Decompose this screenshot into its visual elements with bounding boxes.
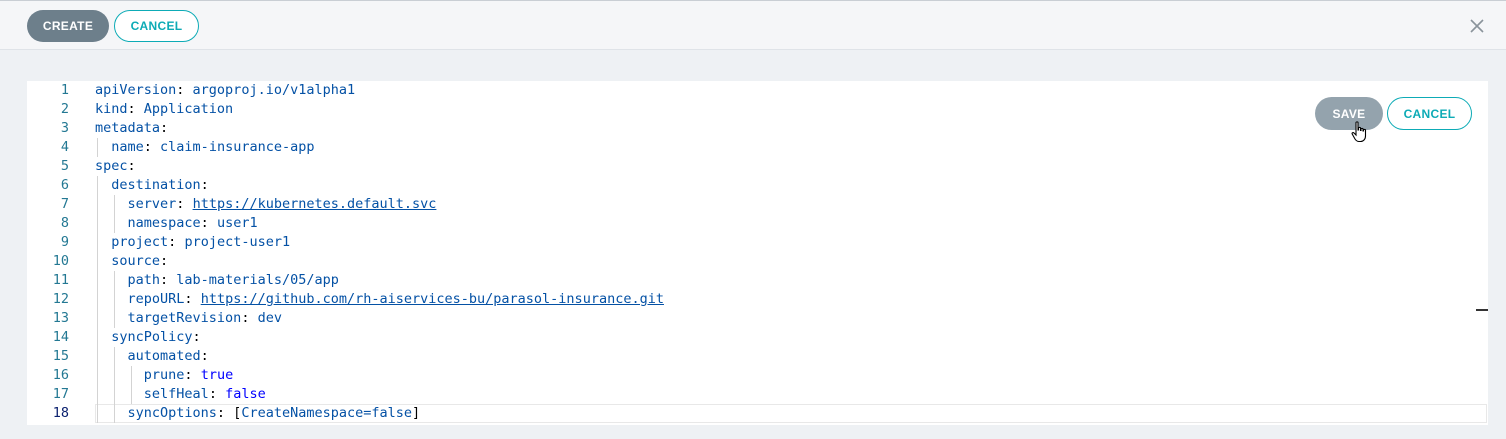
repo-url-link[interactable]: https://github.com/rh-aiservices-bu/para… [201, 291, 664, 307]
code-line: path: lab-materials/05/app [127, 272, 339, 288]
line-number: 13 [52, 310, 69, 326]
line-number: 11 [52, 272, 69, 288]
close-icon[interactable] [1466, 15, 1488, 37]
code-area[interactable]: apiVersion: argoproj.io/v1alpha1 kind: A… [95, 81, 1488, 425]
scrollbar-marker[interactable] [1476, 309, 1488, 311]
code-line: selfHeal: false [143, 386, 266, 402]
code-line: name: claim-insurance-app [111, 139, 315, 155]
line-number: 7 [60, 196, 69, 212]
server-url-link[interactable]: https://kubernetes.default.svc [193, 196, 437, 212]
code-line: apiVersion: argoproj.io/v1alpha1 [95, 82, 356, 98]
line-number: 16 [52, 367, 69, 383]
line-number: 1 [60, 82, 69, 98]
line-number: 6 [60, 177, 69, 193]
top-toolbar: CREATE CANCEL [0, 0, 1506, 50]
line-number: 4 [60, 139, 69, 155]
code-line: automated: [127, 348, 209, 364]
line-number: 5 [60, 158, 69, 174]
code-line: syncPolicy: [111, 329, 201, 345]
line-number-gutter: 1 2 3 4 5 6 7 8 9 10 11 12 13 14 15 16 1… [27, 81, 95, 425]
line-number: 12 [52, 291, 69, 307]
line-number: 14 [52, 329, 69, 345]
create-button[interactable]: CREATE [27, 10, 109, 42]
line-number: 2 [60, 101, 69, 117]
line-number: 9 [60, 234, 69, 250]
code-line: kind: Application [95, 101, 234, 117]
line-number: 17 [52, 386, 69, 402]
line-number: 8 [60, 215, 69, 231]
line-number: 15 [52, 348, 69, 364]
code-line: source: [111, 253, 169, 269]
code-line: syncOptions: [CreateNamespace=false] [127, 405, 421, 421]
code-line: namespace: user1 [127, 215, 258, 231]
code-line: targetRevision: dev [127, 310, 282, 326]
line-number: 18 [52, 405, 69, 421]
line-number: 3 [60, 120, 69, 136]
cancel-button[interactable]: CANCEL [114, 10, 199, 42]
code-line: prune: true [143, 367, 234, 383]
code-line: repoURL: https://github.com/rh-aiservice… [127, 291, 664, 307]
yaml-editor[interactable]: 1 2 3 4 5 6 7 8 9 10 11 12 13 14 15 16 1… [27, 81, 1488, 425]
code-line: spec: [95, 158, 136, 174]
hand-cursor-icon [1351, 121, 1367, 143]
code-line: metadata: [95, 120, 169, 136]
editor-cancel-button[interactable]: CANCEL [1387, 97, 1472, 130]
save-button[interactable]: SAVE [1315, 97, 1383, 130]
line-number: 10 [52, 253, 69, 269]
code-line: server: https://kubernetes.default.svc [127, 196, 437, 212]
code-line: destination: [111, 177, 209, 193]
code-line: project: project-user1 [111, 234, 291, 250]
